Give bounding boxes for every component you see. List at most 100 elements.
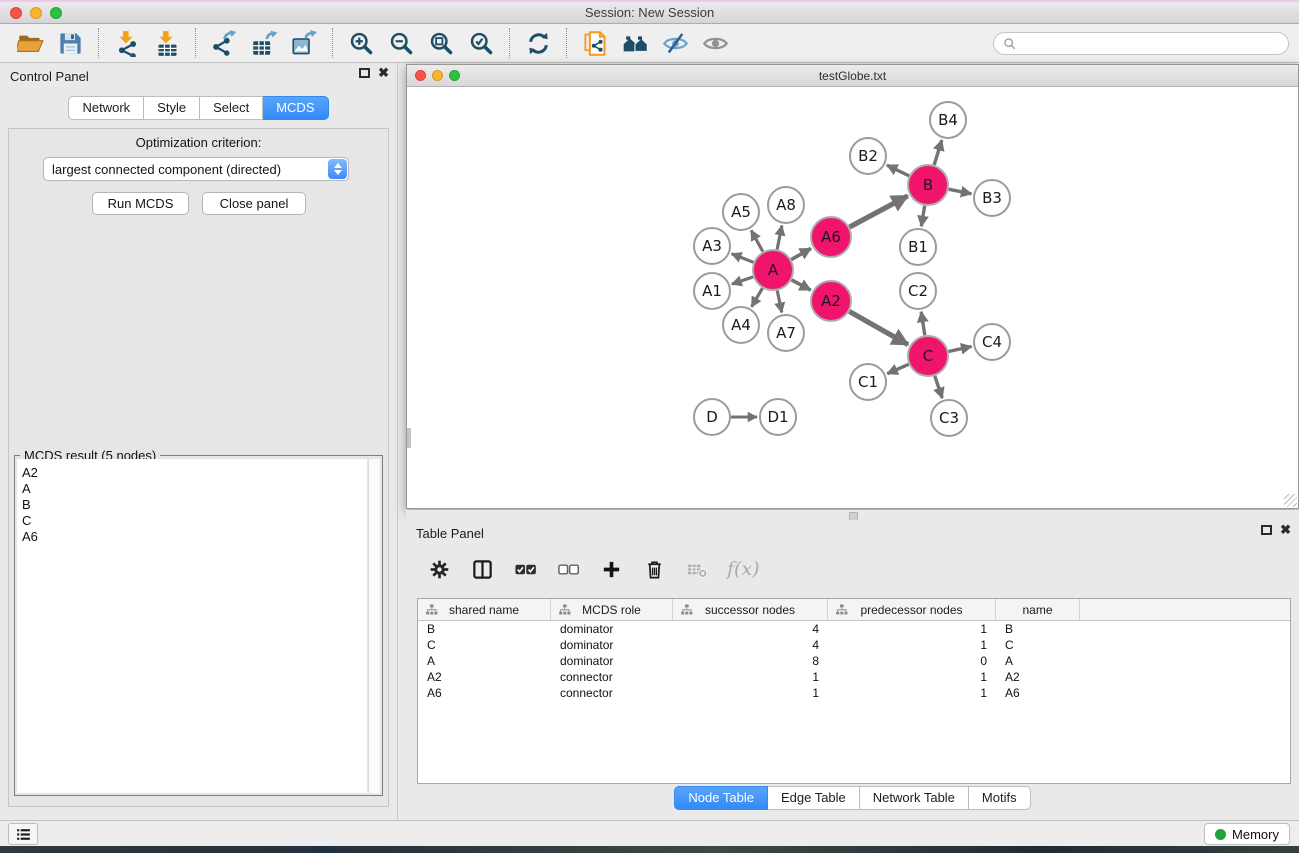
- graph-node-B1[interactable]: B1: [900, 229, 936, 265]
- graph-edge-A-A5[interactable]: [751, 230, 763, 251]
- zoom-in-icon[interactable]: [341, 26, 381, 60]
- memory-button[interactable]: Memory: [1204, 823, 1290, 845]
- split-columns-icon[interactable]: [469, 556, 495, 582]
- network-canvas[interactable]: B4 B2 B B3 A5A8A6 A3 B1 A A1 C2 A2 A4A7 C4 C C1 C3 D D1: [407, 87, 1298, 508]
- export-network-icon[interactable]: [204, 26, 244, 60]
- graph-node-B3[interactable]: B3: [974, 180, 1010, 216]
- tab-network-table[interactable]: Network Table: [860, 786, 969, 810]
- task-history-icon[interactable]: [8, 823, 38, 845]
- homes-icon[interactable]: [615, 26, 655, 60]
- new-network-from-file-icon[interactable]: [575, 26, 615, 60]
- graph-node-A7[interactable]: A7: [768, 315, 804, 351]
- mcds-result-item[interactable]: A: [22, 481, 367, 497]
- gear-icon[interactable]: [426, 556, 452, 582]
- open-file-icon[interactable]: [10, 26, 50, 60]
- search-input[interactable]: [1017, 33, 1288, 54]
- show-icon[interactable]: [695, 26, 735, 60]
- mcds-result-item[interactable]: A6: [22, 529, 367, 545]
- graph-node-C2[interactable]: C2: [900, 273, 936, 309]
- tab-motifs[interactable]: Motifs: [969, 786, 1031, 810]
- graph-edge-A-A1[interactable]: [732, 277, 753, 284]
- graph-edge-C-C3[interactable]: [935, 376, 943, 398]
- run-mcds-button[interactable]: Run MCDS: [92, 192, 189, 215]
- result-scrollbar[interactable]: [368, 459, 380, 793]
- graph-edge-A6-B[interactable]: [850, 196, 908, 227]
- column-header-successor-nodes[interactable]: successor nodes: [673, 599, 828, 620]
- zoom-selected-icon[interactable]: [461, 26, 501, 60]
- graph-node-A8[interactable]: A8: [768, 187, 804, 223]
- function-builder-icon[interactable]: f(x): [727, 558, 760, 580]
- graph-node-A5[interactable]: A5: [723, 194, 759, 230]
- zoom-out-icon[interactable]: [381, 26, 421, 60]
- tab-edge-table[interactable]: Edge Table: [768, 786, 860, 810]
- graph-node-D[interactable]: D: [694, 399, 730, 435]
- graph-node-A4[interactable]: A4: [723, 307, 759, 343]
- window-resize-grip[interactable]: [1284, 494, 1297, 507]
- graph-edge-B-B1[interactable]: [921, 206, 924, 227]
- graph-node-C3[interactable]: C3: [931, 400, 967, 436]
- graph-node-A2[interactable]: A2: [811, 281, 851, 321]
- deselect-all-icon[interactable]: [555, 556, 581, 582]
- import-table-icon[interactable]: [147, 26, 187, 60]
- float-panel-icon[interactable]: [359, 68, 370, 78]
- graph-edge-A-A8[interactable]: [777, 226, 782, 250]
- mcds-result-item[interactable]: C: [22, 513, 367, 529]
- import-network-icon[interactable]: [107, 26, 147, 60]
- close-panel-icon[interactable]: ✖: [378, 68, 389, 78]
- delete-table-icon[interactable]: [684, 556, 710, 582]
- tab-network[interactable]: Network: [68, 96, 144, 120]
- column-header-name[interactable]: name: [996, 599, 1080, 620]
- graph-edge-C-C1[interactable]: [887, 364, 908, 373]
- refresh-icon[interactable]: [518, 26, 558, 60]
- graph-node-A[interactable]: A: [753, 250, 793, 290]
- graph-node-A6[interactable]: A6: [811, 217, 851, 257]
- canvas-scroll-nub[interactable]: [407, 428, 411, 448]
- graph-node-B2[interactable]: B2: [850, 138, 886, 174]
- graph-node-D1[interactable]: D1: [760, 399, 796, 435]
- table-row[interactable]: Adominator80A: [418, 653, 1290, 669]
- graph-node-B[interactable]: B: [908, 165, 948, 205]
- graph-node-C1[interactable]: C1: [850, 364, 886, 400]
- save-session-icon[interactable]: [50, 26, 90, 60]
- graph-edge-A-A4[interactable]: [752, 288, 763, 307]
- graph-edge-A-A3[interactable]: [732, 254, 754, 263]
- tab-style[interactable]: Style: [144, 96, 200, 120]
- graph-node-C4[interactable]: C4: [974, 324, 1010, 360]
- export-image-icon[interactable]: [284, 26, 324, 60]
- table-row[interactable]: Cdominator41C: [418, 637, 1290, 653]
- graph-edge-B-B4[interactable]: [934, 140, 942, 165]
- zoom-fit-icon[interactable]: [421, 26, 461, 60]
- graph-edge-C-C4[interactable]: [949, 346, 972, 351]
- tab-node-table[interactable]: Node Table: [674, 786, 768, 810]
- table-row[interactable]: A6connector11A6: [418, 685, 1290, 701]
- close-table-panel-icon[interactable]: ✖: [1280, 525, 1291, 535]
- graph-edge-B-B3[interactable]: [949, 189, 972, 194]
- trash-icon[interactable]: [641, 556, 667, 582]
- column-header-MCDS-role[interactable]: MCDS role: [551, 599, 673, 620]
- graph-node-B4[interactable]: B4: [930, 102, 966, 138]
- graph-node-C[interactable]: C: [908, 336, 948, 376]
- mcds-result-item[interactable]: A2: [22, 465, 367, 481]
- tab-mcds[interactable]: MCDS: [263, 96, 328, 120]
- table-row[interactable]: A2connector11A2: [418, 669, 1290, 685]
- criterion-dropdown[interactable]: largest connected component (directed): [43, 157, 349, 181]
- tab-select[interactable]: Select: [200, 96, 263, 120]
- graph-edge-C-C2[interactable]: [921, 312, 925, 335]
- graph-node-A1[interactable]: A1: [694, 273, 730, 309]
- graph-edge-A2-C[interactable]: [849, 311, 908, 344]
- close-panel-button[interactable]: Close panel: [202, 192, 306, 215]
- select-all-icon[interactable]: [512, 556, 538, 582]
- graph-edge-A-A7[interactable]: [777, 291, 782, 313]
- graph-edge-B-B2[interactable]: [887, 165, 909, 176]
- column-header-shared-name[interactable]: shared name: [418, 599, 551, 620]
- export-table-icon[interactable]: [244, 26, 284, 60]
- float-table-panel-icon[interactable]: [1261, 525, 1272, 535]
- mcds-result-item[interactable]: B: [22, 497, 367, 513]
- table-row[interactable]: Bdominator41B: [418, 621, 1290, 637]
- hide-icon[interactable]: [655, 26, 695, 60]
- graph-edge-A-A6[interactable]: [791, 248, 811, 259]
- graph-node-A3[interactable]: A3: [694, 228, 730, 264]
- column-header-predecessor-nodes[interactable]: predecessor nodes: [828, 599, 996, 620]
- graph-edge-A-A2[interactable]: [792, 280, 811, 290]
- plus-icon[interactable]: [598, 556, 624, 582]
